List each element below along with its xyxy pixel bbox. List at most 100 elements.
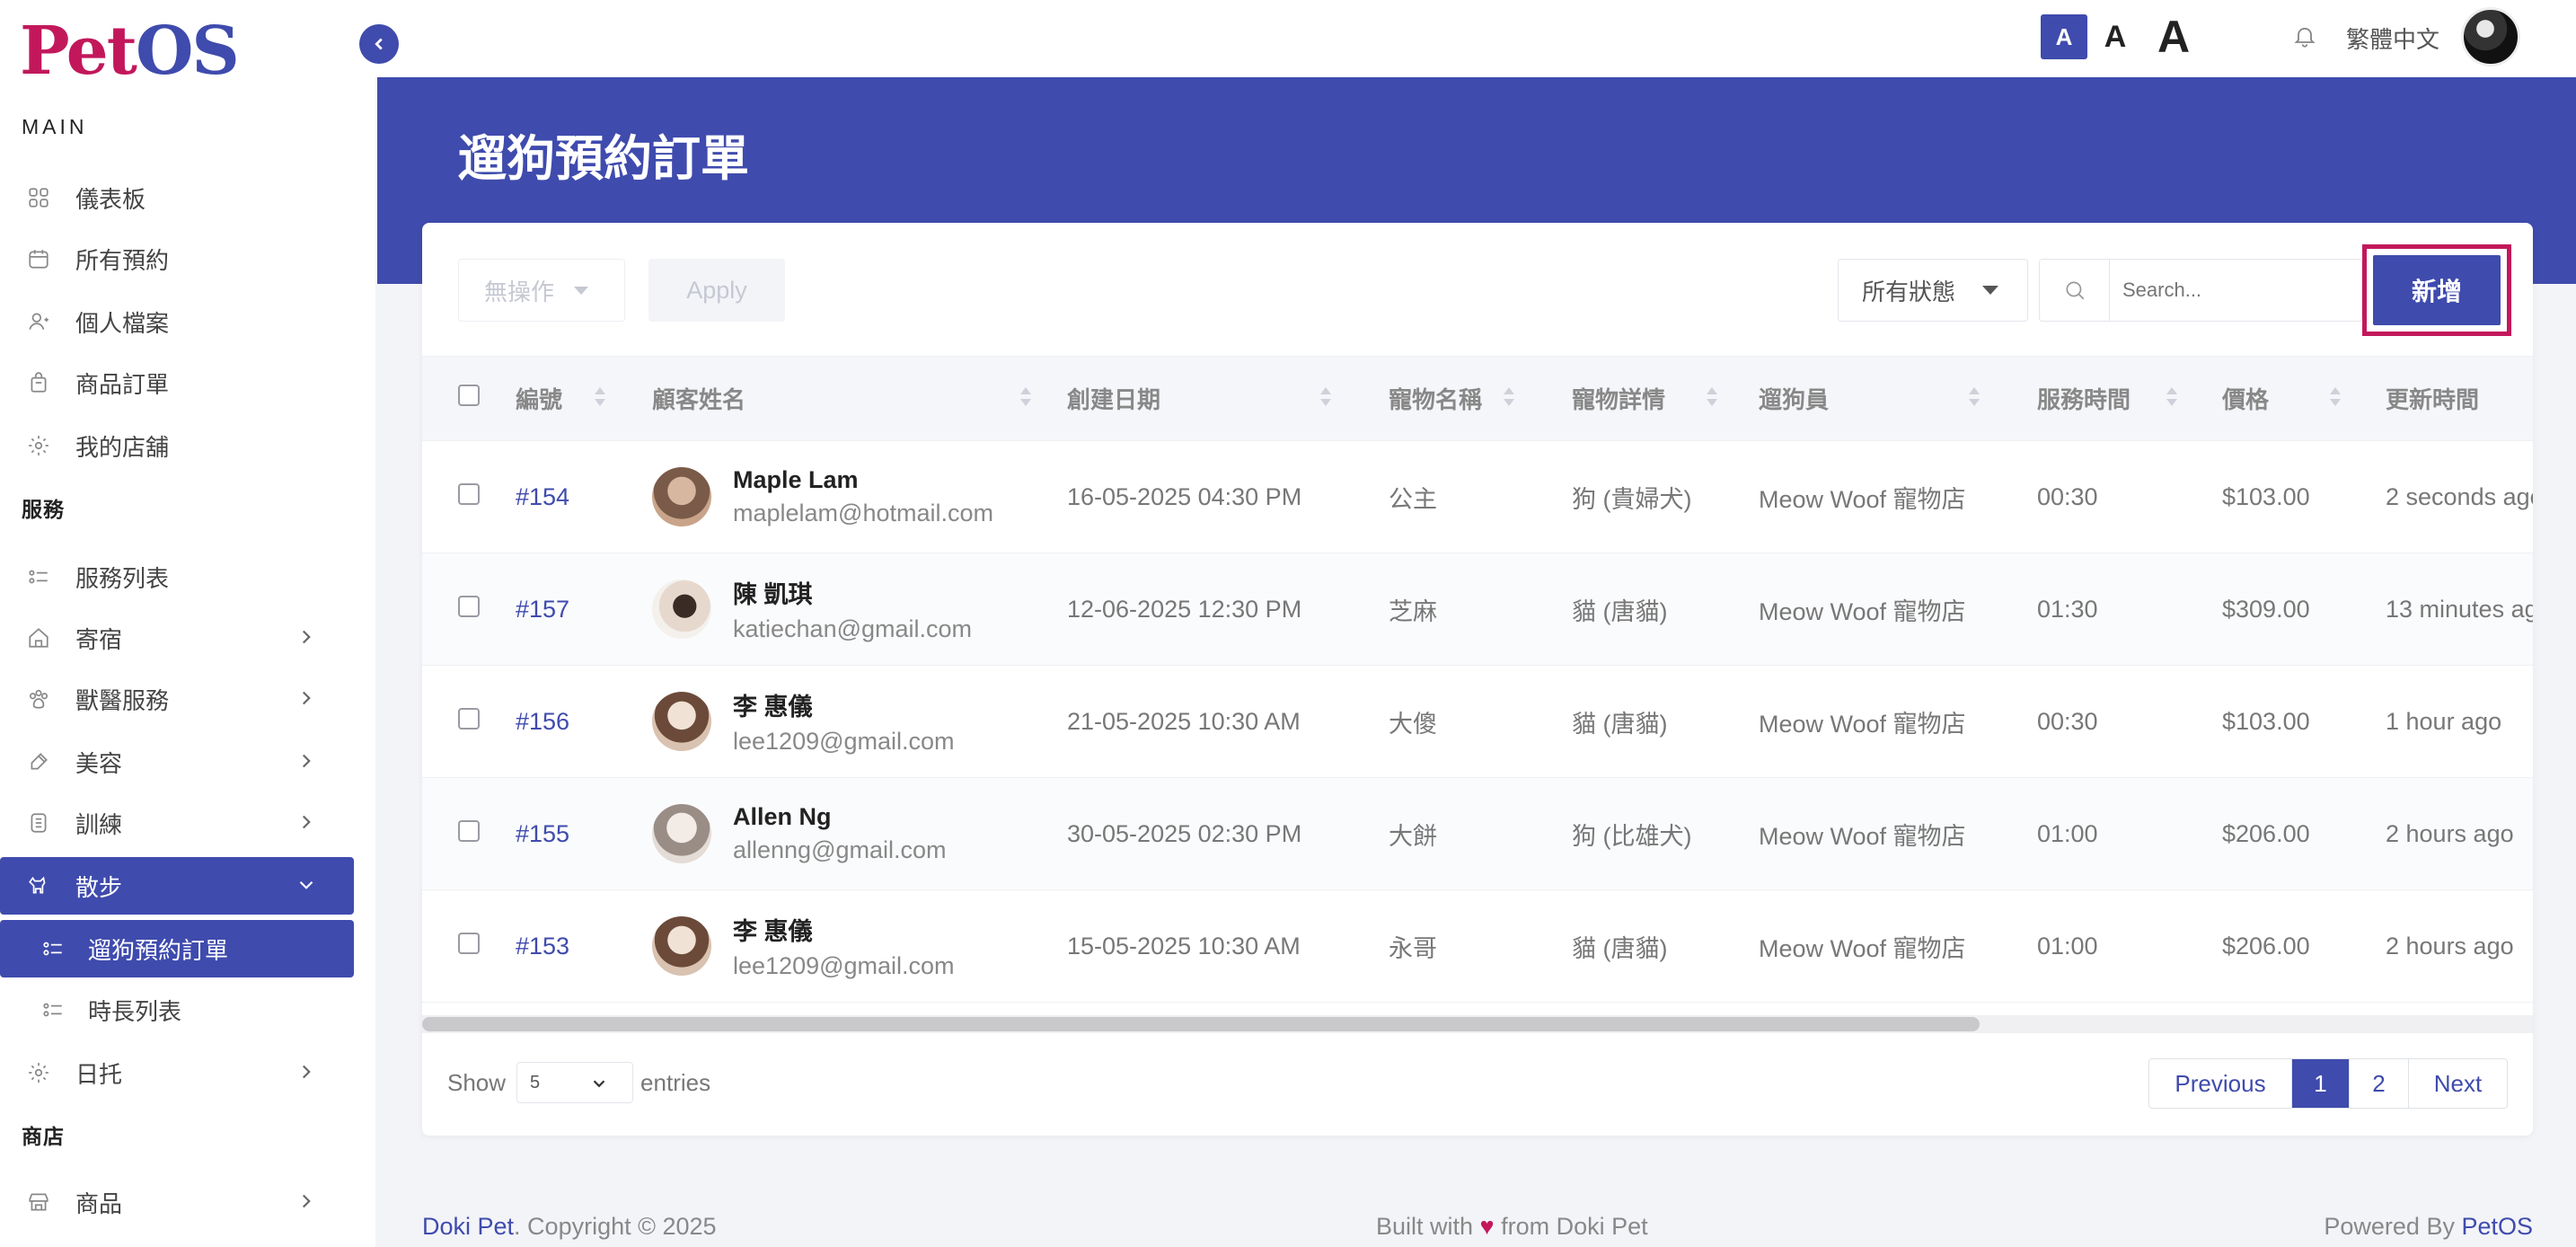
row-checkbox[interactable]	[458, 707, 480, 730]
row-checkbox[interactable]	[458, 819, 480, 842]
pet-detail: 貓 (唐貓)	[1572, 934, 1668, 962]
order-id-link[interactable]: #157	[516, 596, 569, 623]
select-all-checkbox[interactable]	[458, 385, 480, 406]
search-input[interactable]	[2110, 279, 2352, 302]
table-row[interactable]: #157 陳 凱琪 katiechan@gmail.com 12-06-2025 …	[422, 553, 2533, 666]
user-avatar[interactable]	[2461, 7, 2520, 66]
sort-icon	[1504, 387, 1514, 407]
sidebar-item-service-list[interactable]: 服務列表	[0, 548, 354, 606]
sidebar-subitem-duration-list[interactable]: 時長列表	[0, 981, 354, 1039]
sidebar-item-dashboard[interactable]: 儀表板	[0, 169, 354, 226]
column-header-updated[interactable]: 更新時間	[2386, 356, 2533, 441]
sort-icon	[595, 387, 605, 407]
bulk-action-select[interactable]: 無操作	[458, 259, 625, 322]
sidebar-item-daycare[interactable]: 日托	[0, 1044, 354, 1101]
horizontal-scrollbar[interactable]	[422, 1015, 2533, 1033]
sidebar-item-label: 我的店舖	[75, 433, 170, 461]
font-size-medium-button[interactable]: A	[2095, 14, 2136, 59]
column-header-duration[interactable]: 服務時間	[2037, 356, 2222, 441]
sort-icon	[1320, 387, 1331, 407]
customer-email: lee1209@gmail.com	[733, 952, 955, 979]
column-header-price[interactable]: 價格	[2222, 356, 2386, 441]
customer-name: Allen Ng	[733, 803, 832, 830]
sidebar-item-profile[interactable]: 個人檔案	[0, 293, 354, 350]
customer-email: maplelam@hotmail.com	[733, 500, 993, 526]
sidebar-item-boarding[interactable]: 寄宿	[0, 609, 354, 667]
customer-avatar	[652, 467, 711, 526]
section-label-service: 服務	[22, 498, 65, 521]
created-date: 15-05-2025 10:30 AM	[1067, 932, 1301, 960]
customer-email: lee1209@gmail.com	[733, 728, 955, 755]
bell-icon[interactable]	[2292, 23, 2317, 49]
status-filter-select[interactable]: 所有狀態	[1838, 259, 2028, 322]
footer-petos-link[interactable]: PetOS	[2461, 1213, 2533, 1240]
table-row[interactable]: #154 Maple Lam maplelam@hotmail.com 16-05…	[422, 441, 2533, 553]
font-size-large-button[interactable]: A	[2147, 9, 2201, 65]
order-id-link[interactable]: #153	[516, 933, 569, 960]
sidebar: PetOS MAIN 儀表板 所有預約 個人檔案 商品訂單 我的店舖 服務 服務…	[0, 0, 375, 1247]
row-checkbox[interactable]	[458, 482, 480, 505]
font-size-small-button[interactable]: A	[2041, 14, 2087, 59]
pagination-page-1[interactable]: 1	[2291, 1059, 2349, 1108]
language-switcher[interactable]: 繁體中文	[2346, 22, 2439, 55]
sidebar-item-my-store[interactable]: 我的店舖	[0, 417, 354, 474]
walker: Meow Woof 寵物店	[1759, 597, 1966, 625]
column-header-created[interactable]: 創建日期	[1067, 356, 1389, 441]
order-id-link[interactable]: #156	[516, 708, 569, 735]
sidebar-item-grooming[interactable]: 美容	[0, 733, 354, 791]
row-checkbox[interactable]	[458, 932, 480, 954]
add-button[interactable]: 新增	[2373, 255, 2501, 325]
pagination: Previous 1 2 Next	[2148, 1058, 2508, 1109]
scrollbar-thumb[interactable]	[422, 1017, 1980, 1031]
pagination-previous[interactable]: Previous	[2149, 1059, 2291, 1108]
entries-control: Show 5 entries	[447, 1062, 710, 1103]
apply-button[interactable]: Apply	[648, 259, 785, 322]
sidebar-item-all-bookings[interactable]: 所有預約	[0, 230, 354, 287]
column-header-customer[interactable]: 顧客姓名	[652, 356, 1067, 441]
footer-brand-link[interactable]: Doki Pet	[422, 1213, 514, 1240]
column-header-walker[interactable]: 遛狗員	[1759, 356, 2037, 441]
price: $103.00	[2222, 482, 2310, 510]
sidebar-item-label: 儀表板	[75, 185, 146, 213]
sidebar-item-walking[interactable]: 散步	[0, 857, 354, 915]
customer-avatar	[652, 579, 711, 639]
price: $103.00	[2222, 707, 2310, 735]
walker: Meow Woof 寵物店	[1759, 934, 1966, 962]
column-header-pet-name[interactable]: 寵物名稱	[1389, 356, 1572, 441]
sidebar-item-label: 所有預約	[75, 246, 170, 274]
sidebar-item-label: 遛狗預約訂單	[88, 936, 229, 964]
customer-avatar	[652, 804, 711, 863]
order-id-link[interactable]: #155	[516, 820, 569, 847]
chevron-right-icon	[302, 815, 311, 829]
vet-icon	[25, 685, 52, 712]
sort-icon	[1707, 387, 1717, 407]
list-icon	[40, 996, 66, 1023]
sidebar-item-training[interactable]: 訓練	[0, 794, 354, 852]
user-icon	[25, 308, 52, 335]
entries-select[interactable]: 5	[516, 1062, 634, 1103]
training-icon	[25, 809, 52, 836]
table-row[interactable]: #156 李 惠儀 lee1209@gmail.com 21-05-2025 10…	[422, 666, 2533, 778]
sidebar-item-product-orders[interactable]: 商品訂單	[0, 354, 354, 411]
petos-logo[interactable]: PetOS	[20, 13, 240, 90]
table-row[interactable]: #153 李 惠儀 lee1209@gmail.com 15-05-2025 10…	[422, 890, 2533, 1003]
sidebar-item-products[interactable]: 商品	[0, 1173, 354, 1231]
sidebar-item-vet[interactable]: 獸醫服務	[0, 670, 354, 728]
updated-time: 2 hours ago	[2386, 932, 2514, 960]
search-icon	[2040, 260, 2110, 321]
sidebar-subitem-walk-orders[interactable]: 遛狗預約訂單	[0, 920, 354, 977]
order-id-link[interactable]: #154	[516, 483, 569, 510]
footer: Doki Pet. Copyright © 2025 Built with ♥ …	[422, 1200, 2533, 1247]
store-icon	[25, 1189, 52, 1216]
sidebar-item-label: 訓練	[75, 810, 123, 838]
column-header-pet-detail[interactable]: 寵物詳情	[1572, 356, 1759, 441]
pagination-page-2[interactable]: 2	[2349, 1059, 2408, 1108]
footer-built-with: Built with ♥ from Doki Pet	[1376, 1213, 1648, 1240]
sidebar-collapse-button[interactable]	[359, 24, 399, 64]
table-row[interactable]: #155 Allen Ng allenng@gmail.com 30-05-202…	[422, 777, 2533, 890]
pet-detail: 貓 (唐貓)	[1572, 597, 1668, 625]
grid-icon	[25, 184, 52, 211]
row-checkbox[interactable]	[458, 595, 480, 617]
column-header-id[interactable]: 編號	[516, 356, 652, 441]
pagination-next[interactable]: Next	[2408, 1059, 2507, 1108]
